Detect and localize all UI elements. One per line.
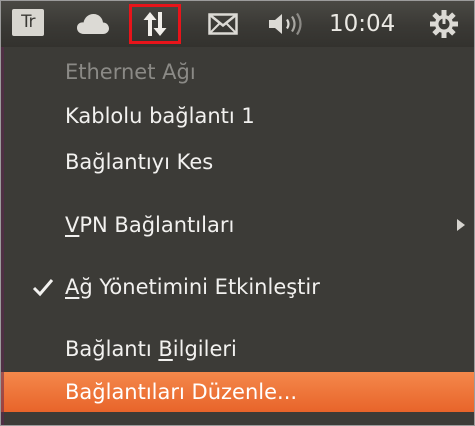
mnemonic-letter: V — [65, 213, 80, 237]
menu-item-vpn-connections[interactable]: VPN Bağlantıları — [1, 203, 474, 247]
menu-item-disconnect[interactable]: Bağlantıyı Kes — [1, 140, 474, 184]
desktop-edge — [1, 47, 4, 425]
mnemonic-letter: A — [65, 275, 80, 299]
screenshot-frame: Tr 10:04 Ethernet Ağı Kablolu bağlantı 1… — [0, 0, 475, 426]
volume-icon[interactable] — [263, 1, 313, 47]
menu-item-label-pre: Bağlantı — [65, 337, 159, 361]
submenu-arrow-icon — [456, 203, 466, 247]
network-menu: Ethernet Ağı Kablolu bağlantı 1 Bağlantı… — [1, 47, 474, 425]
top-panel: Tr 10:04 — [1, 1, 474, 47]
menu-item-ethernet-header: Ethernet Ağı — [65, 60, 196, 84]
mail-envelope-icon[interactable] — [201, 1, 245, 47]
cloud-icon[interactable] — [72, 1, 114, 47]
menu-item-label-post: ğ Yönetimini Etkinleştir — [79, 275, 320, 299]
menu-item-connection-information[interactable]: Bağlantı Bilgileri — [1, 327, 474, 371]
menu-item-edit-connections[interactable]: Bağlantıları Düzenle... — [1, 372, 474, 412]
power-gear-icon[interactable] — [419, 1, 469, 47]
menu-item-label-post: PN Bağlantıları — [79, 213, 235, 237]
menu-item-enable-networking[interactable]: Ağ Yönetimini Etkinleştir — [1, 265, 474, 309]
network-updown-icon[interactable] — [133, 1, 177, 47]
checkmark-icon — [29, 265, 57, 309]
keyboard-layout-indicator[interactable]: Tr — [12, 9, 44, 36]
mnemonic-letter: B — [158, 337, 173, 361]
menu-item-label-post: ilgileri — [172, 337, 237, 361]
menu-item-wired-connection-1[interactable]: Kablolu bağlantı 1 — [1, 94, 474, 138]
clock[interactable]: 10:04 — [329, 1, 395, 47]
